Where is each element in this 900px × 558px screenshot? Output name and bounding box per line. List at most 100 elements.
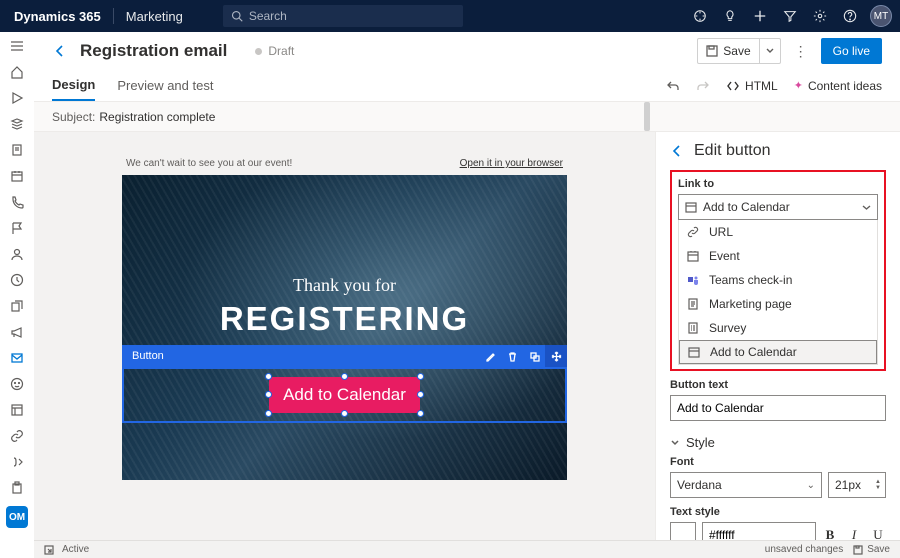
sel-delete-icon[interactable] xyxy=(501,345,523,367)
chevron-down-icon xyxy=(862,203,871,212)
play-icon[interactable] xyxy=(9,90,25,106)
tab-preview[interactable]: Preview and test xyxy=(117,70,213,101)
back-button[interactable] xyxy=(52,43,68,59)
survey-icon xyxy=(687,322,701,334)
page-icon[interactable] xyxy=(9,142,25,158)
hero-image[interactable]: Thank you for REGISTERING Button xyxy=(122,175,567,480)
underline-button[interactable]: U xyxy=(870,527,886,540)
fontsize-input[interactable]: 21px ▲▼ xyxy=(828,472,886,498)
italic-button[interactable]: I xyxy=(846,527,862,540)
hex-input[interactable] xyxy=(702,522,816,540)
status-active: Active xyxy=(62,544,89,555)
mail-icon[interactable] xyxy=(9,350,25,366)
panel-header: Edit button xyxy=(670,142,886,160)
filter-icon[interactable] xyxy=(780,6,800,26)
bold-button[interactable]: B xyxy=(822,527,838,540)
save-button[interactable]: Save xyxy=(697,38,780,64)
undo-button[interactable] xyxy=(666,79,680,93)
app-badge[interactable]: OM xyxy=(6,506,28,528)
sel-copy-icon[interactable] xyxy=(523,345,545,367)
menu-icon[interactable] xyxy=(9,38,25,54)
link-icon[interactable] xyxy=(9,428,25,444)
search-placeholder: Search xyxy=(249,9,287,23)
subject-row[interactable]: Subject: Registration complete xyxy=(34,102,900,132)
home-icon[interactable] xyxy=(9,64,25,80)
lightbulb-icon[interactable] xyxy=(720,6,740,26)
phone-icon[interactable] xyxy=(9,194,25,210)
btntext-label: Button text xyxy=(670,379,886,391)
content-ideas-button[interactable]: ✦ Content ideas xyxy=(794,79,882,93)
handle-nw[interactable] xyxy=(265,373,272,380)
handle-e[interactable] xyxy=(417,391,424,398)
linkto-label: Link to xyxy=(678,178,878,190)
handle-w[interactable] xyxy=(265,391,272,398)
option-atc[interactable]: Add to Calendar xyxy=(679,340,877,364)
fontsize-value: 21px xyxy=(835,478,861,492)
more-menu[interactable]: ⋮ xyxy=(791,43,811,60)
textstyle-label: Text style xyxy=(670,506,886,518)
handle-n[interactable] xyxy=(341,373,348,380)
plus-icon[interactable] xyxy=(750,6,770,26)
option-url[interactable]: URL xyxy=(679,220,877,244)
save-chevron[interactable] xyxy=(759,39,780,63)
tab-design[interactable]: Design xyxy=(52,70,95,101)
gear-icon[interactable] xyxy=(810,6,830,26)
event-small-icon xyxy=(687,250,701,262)
spinner-icon[interactable]: ▲▼ xyxy=(875,479,881,491)
cta-button[interactable]: Add to Calendar xyxy=(269,377,420,413)
template-icon[interactable] xyxy=(9,402,25,418)
handle-s[interactable] xyxy=(341,410,348,417)
option-survey[interactable]: Survey xyxy=(679,316,877,340)
clipboard-icon[interactable] xyxy=(9,480,25,496)
sel-move-icon[interactable] xyxy=(545,345,567,367)
global-search[interactable]: Search xyxy=(223,5,463,27)
option-teams-label: Teams check-in xyxy=(709,273,792,287)
clock-icon[interactable] xyxy=(9,272,25,288)
brand-name: Dynamics 365 xyxy=(8,9,101,24)
style-section-header[interactable]: Style xyxy=(670,435,886,450)
redo-button[interactable] xyxy=(696,79,710,93)
app-topbar: Dynamics 365 Marketing Search MT xyxy=(0,0,900,32)
pages-icon[interactable] xyxy=(9,298,25,314)
handle-sw[interactable] xyxy=(265,410,272,417)
emoji-icon[interactable] xyxy=(9,376,25,392)
go-live-button[interactable]: Go live xyxy=(821,38,882,64)
option-teams[interactable]: Teams check-in xyxy=(679,268,877,292)
flag-icon[interactable] xyxy=(9,220,25,236)
user-avatar[interactable]: MT xyxy=(870,5,892,27)
voice-icon[interactable] xyxy=(9,454,25,470)
panel-back-button[interactable] xyxy=(670,144,684,158)
btntext-input[interactable] xyxy=(670,395,886,421)
expand-icon[interactable] xyxy=(44,545,54,555)
highlight-box: Link to Add to Calendar URL Event Teams … xyxy=(670,170,886,371)
status-dot xyxy=(255,48,262,55)
subject-label: Subject: xyxy=(52,110,95,124)
email-canvas[interactable]: We can't wait to see you at our event! O… xyxy=(122,152,567,540)
save-status-icon[interactable]: Save xyxy=(853,544,890,555)
target-icon[interactable] xyxy=(690,6,710,26)
color-swatch[interactable] xyxy=(670,522,696,540)
person-icon[interactable] xyxy=(9,246,25,262)
handle-ne[interactable] xyxy=(417,373,424,380)
sel-edit-icon[interactable] xyxy=(479,345,501,367)
open-in-browser-link[interactable]: Open it in your browser xyxy=(460,158,563,169)
help-icon[interactable] xyxy=(840,6,860,26)
linkto-combo[interactable]: Add to Calendar xyxy=(678,194,878,220)
preheader-text: We can't wait to see you at our event! xyxy=(126,158,292,169)
option-event[interactable]: Event xyxy=(679,244,877,268)
option-mpage[interactable]: Marketing page xyxy=(679,292,877,316)
teams-icon xyxy=(687,274,701,286)
stack-icon[interactable] xyxy=(9,116,25,132)
selection-body[interactable]: Add to Calendar xyxy=(122,367,567,423)
handle-se[interactable] xyxy=(417,410,424,417)
font-select[interactable]: Verdana ⌄ xyxy=(670,472,822,498)
nav-rail: OM xyxy=(0,32,34,558)
megaphone-icon[interactable] xyxy=(9,324,25,340)
workspace: We can't wait to see you at our event! O… xyxy=(34,132,900,540)
chevron-down-icon: ⌄ xyxy=(807,480,815,491)
link-small-icon xyxy=(687,226,701,238)
calendar-icon[interactable] xyxy=(9,168,25,184)
subject-value: Registration complete xyxy=(99,110,215,124)
html-button[interactable]: HTML xyxy=(726,79,778,93)
option-survey-label: Survey xyxy=(709,321,746,335)
